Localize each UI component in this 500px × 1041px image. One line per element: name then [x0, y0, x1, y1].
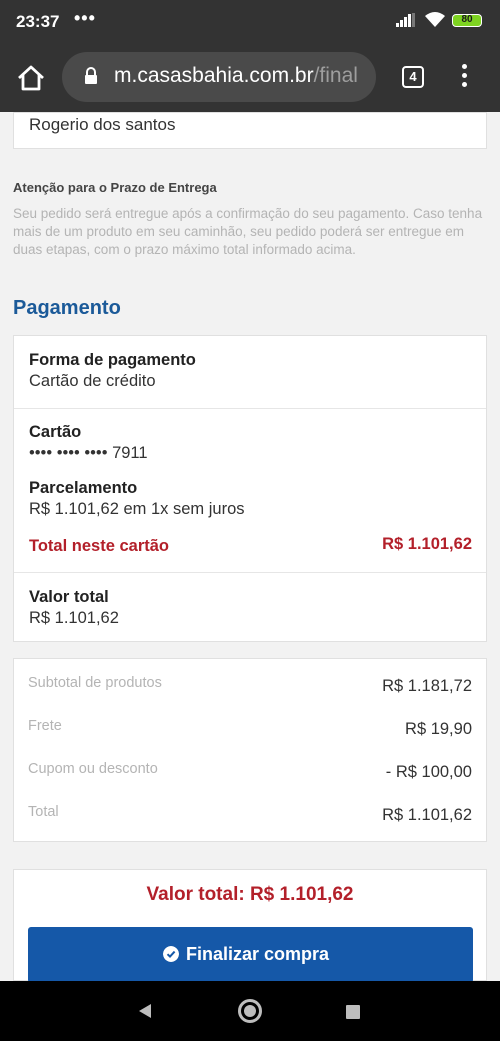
- installments-label: Parcelamento: [29, 479, 138, 497]
- installments-value: R$ 1.101,62 em 1x sem juros: [29, 500, 245, 518]
- divider: [14, 572, 486, 573]
- summary-value: R$ 1.101,62: [382, 806, 472, 824]
- battery-icon: 80: [452, 14, 482, 27]
- clock: 23:37: [16, 12, 60, 31]
- back-icon[interactable]: [138, 1003, 152, 1019]
- summary-row-subtotal: Subtotal de produtos R$ 1.181,72: [14, 675, 486, 705]
- recipient-card: Rogerio dos santos: [13, 112, 487, 149]
- lock-icon: [85, 67, 97, 84]
- system-nav-bar: [0, 981, 500, 1041]
- card-total-value: R$ 1.101,62: [382, 535, 472, 553]
- tab-switcher-button[interactable]: 4: [402, 66, 424, 88]
- overflow-menu-icon[interactable]: [456, 64, 472, 92]
- summary-value: R$ 1.181,72: [382, 677, 472, 695]
- finalize-button-label: Finalizar compra: [186, 944, 330, 964]
- divider: [14, 408, 486, 409]
- check-circle-icon: [163, 946, 179, 962]
- delivery-notice-text: Seu pedido será entregue após a confirma…: [13, 206, 483, 257]
- wifi-icon: [425, 12, 445, 27]
- payment-method-label: Forma de pagamento: [29, 351, 196, 369]
- url-path: /final: [313, 64, 358, 87]
- summary-row-total: Total R$ 1.101,62: [14, 804, 486, 834]
- summary-label: Subtotal de produtos: [28, 675, 162, 691]
- browser-toolbar: m.casasbahia.com.br/final 4: [0, 44, 500, 112]
- card-label: Cartão: [29, 423, 82, 441]
- url-text: m.casasbahia.com.br/final: [114, 64, 358, 88]
- url-domain: m.casasbahia.com.br: [114, 64, 314, 87]
- checkout-card: Valor total: R$ 1.101,62 Finalizar compr…: [13, 869, 487, 983]
- home-nav-icon[interactable]: [238, 999, 262, 1023]
- address-bar[interactable]: m.casasbahia.com.br/final: [62, 52, 376, 102]
- summary-label: Total: [28, 804, 59, 820]
- grand-total-value: R$ 1.101,62: [29, 609, 119, 627]
- payment-method-value: Cartão de crédito: [29, 372, 156, 390]
- summary-value: - R$ 100,00: [385, 763, 472, 781]
- summary-label: Cupom ou desconto: [28, 761, 158, 777]
- summary-row-shipping: Frete R$ 19,90: [14, 718, 486, 748]
- cellular-signal-icon: [396, 13, 415, 27]
- grand-total-label: Valor total: [29, 588, 109, 606]
- recent-apps-icon[interactable]: [346, 1005, 360, 1019]
- summary-value: R$ 19,90: [405, 720, 472, 738]
- payment-section-title: Pagamento: [13, 297, 121, 319]
- finalize-purchase-button[interactable]: Finalizar compra: [28, 927, 473, 983]
- card-total-label: Total neste cartão: [29, 537, 169, 555]
- status-bar: 23:37 ••• 80: [0, 0, 500, 44]
- recipient-name: Rogerio dos santos: [29, 115, 176, 134]
- payment-card: Forma de pagamento Cartão de crédito Car…: [13, 335, 487, 642]
- delivery-notice-title: Atenção para o Prazo de Entrega: [13, 180, 217, 195]
- summary-label: Frete: [28, 718, 62, 734]
- summary-row-discount: Cupom ou desconto - R$ 100,00: [14, 761, 486, 791]
- home-icon[interactable]: [16, 64, 46, 92]
- card-number: •••• •••• •••• 7911: [29, 444, 148, 462]
- notification-dots-icon: •••: [74, 8, 96, 28]
- checkout-total: Valor total: R$ 1.101,62: [146, 884, 354, 905]
- order-summary-card: Subtotal de produtos R$ 1.181,72 Frete R…: [13, 658, 487, 842]
